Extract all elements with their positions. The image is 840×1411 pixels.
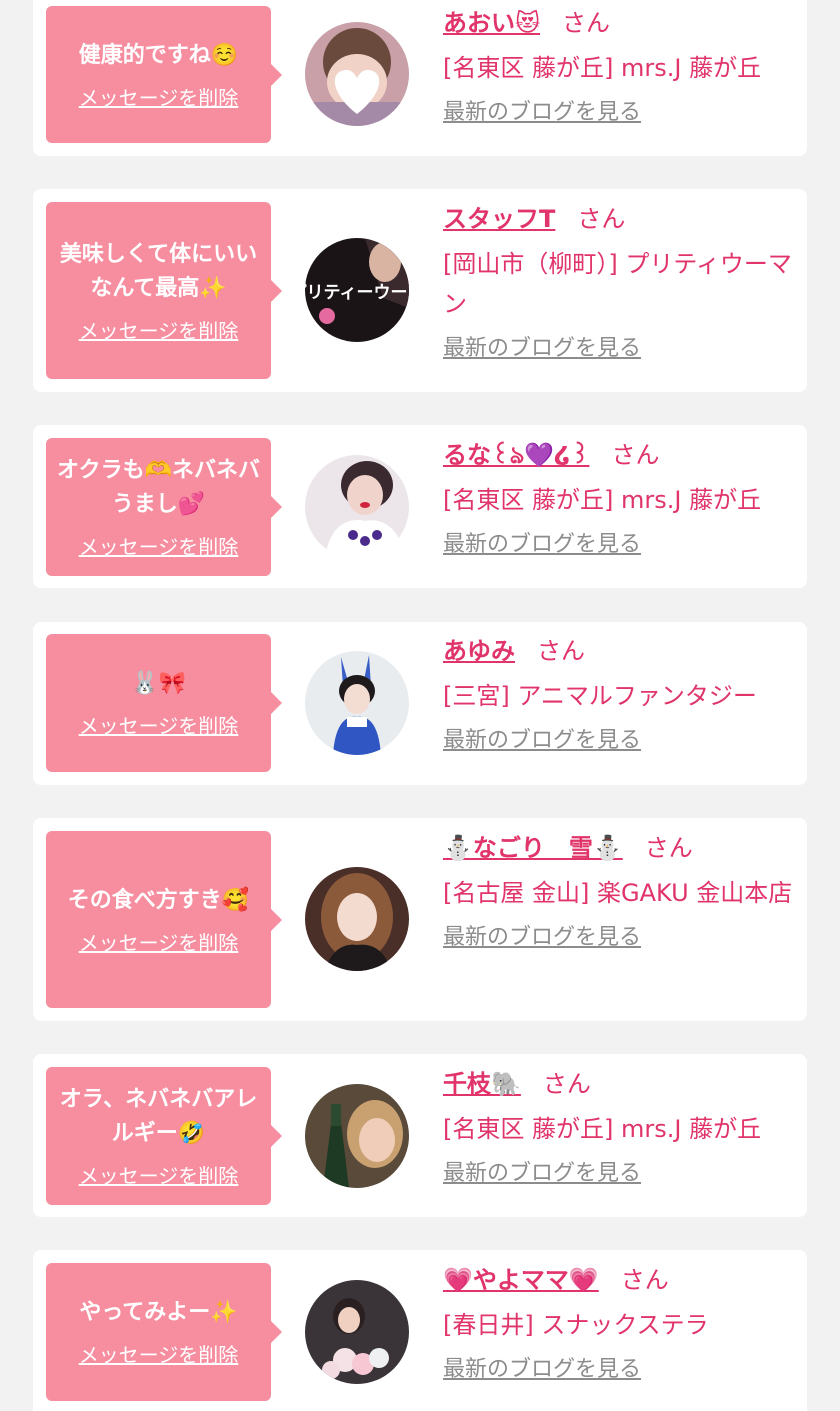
message-card: やってみよー✨ メッセージを削除 💗やよママ💗 さん [春日井] スナックステラ … (33, 1250, 807, 1411)
member-name-link[interactable]: あゆみ (443, 637, 515, 665)
delete-message-link[interactable]: メッセージを削除 (79, 930, 239, 956)
member-name-link[interactable]: あおい😻 (443, 9, 540, 37)
honorific: さん (542, 1070, 591, 1098)
member-name-link[interactable]: 💗やよママ💗 (443, 1266, 599, 1294)
message-card: その食べ方すき🥰 メッセージを削除 ⛄️なごり 雪⛄️ さん [名古屋 金山] 楽… (33, 818, 807, 1021)
latest-blog-link[interactable]: 最新のブログを見る (443, 530, 641, 560)
message-card: オクラも🫶ネバネバうまし💕 メッセージを削除 るな꒰ঌ💜໒꒱ さん [名東区 藤が… (33, 425, 807, 588)
delete-message-link[interactable]: メッセージを削除 (79, 1342, 239, 1368)
message-text: 健康的ですね☺️ (78, 42, 239, 68)
name-row: 千枝🐘 さん (443, 1067, 798, 1101)
message-card: オラ、ネバネバアレルギー🤣 メッセージを削除 千枝🐘 さん [名東区 藤が丘] m… (33, 1054, 807, 1217)
message-card: 健康的ですね☺️ メッセージを削除 あおい😻 さん [名東区 藤が丘] mrs.J… (33, 0, 807, 156)
member-name-link[interactable]: るな꒰ঌ💜໒꒱ (443, 441, 589, 469)
avatar-photo-flowers-icon (305, 1280, 409, 1384)
latest-blog-link[interactable]: 最新のブログを見る (443, 1159, 641, 1189)
latest-blog-link[interactable]: 最新のブログを見る (443, 334, 641, 364)
avatar[interactable] (305, 455, 409, 559)
message-bubble: 健康的ですね☺️ メッセージを削除 (46, 6, 282, 143)
shop-label: [名東区 藤が丘] mrs.J 藤が丘 (443, 1115, 762, 1143)
honorific: さん (644, 834, 693, 862)
avatar[interactable] (305, 22, 409, 126)
member-info: 💗やよママ💗 さん [春日井] スナックステラ 最新のブログを見る (443, 1263, 798, 1385)
avatar[interactable] (305, 1084, 409, 1188)
member-info: ⛄️なごり 雪⛄️ さん [名古屋 金山] 楽GAKU 金山本店 最新のブログを見… (443, 831, 798, 953)
shop-label: [岡山市（柳町）] プリティウーマン (443, 250, 792, 318)
member-info: あゆみ さん [三宮] アニマルファンタジー 最新のブログを見る (443, 634, 798, 756)
avatar-photo-bunny-icon (305, 651, 409, 755)
delete-message-link[interactable]: メッセージを削除 (79, 318, 239, 344)
message-card: 🐰🎀 メッセージを削除 あゆみ さん [三宮] アニマルファンタジー 最新のブログ… (33, 622, 807, 785)
member-info: あおい😻 さん [名東区 藤が丘] mrs.J 藤が丘 最新のブログを見る (443, 6, 798, 128)
message-text: 美味しくて体にいいなんて最高✨ (59, 241, 258, 301)
latest-blog-link[interactable]: 最新のブログを見る (443, 923, 641, 953)
honorific: さん (562, 9, 611, 37)
delete-message-link[interactable]: メッセージを削除 (79, 534, 239, 560)
honorific: さん (620, 1266, 669, 1294)
name-row: あゆみ さん (443, 634, 798, 668)
avatar-photo-icon (305, 867, 409, 971)
message-bubble: 美味しくて体にいいなんて最高✨ メッセージを削除 (46, 202, 282, 379)
honorific: さん (577, 205, 626, 233)
latest-blog-link[interactable]: 最新のブログを見る (443, 1355, 641, 1385)
message-list: 健康的ですね☺️ メッセージを削除 あおい😻 さん [名東区 藤が丘] mrs.J… (0, 0, 840, 1411)
shop-label: [三宮] アニマルファンタジー (443, 682, 757, 710)
member-name-link[interactable]: 千枝🐘 (443, 1070, 521, 1098)
message-card: 美味しくて体にいいなんて最高✨ メッセージを削除 プリティーウーマ スタッフT さ… (33, 189, 807, 392)
message-bubble: オラ、ネバネバアレルギー🤣 メッセージを削除 (46, 1067, 282, 1205)
message-text: オクラも🫶ネバネバうまし💕 (57, 458, 260, 517)
message-bubble: 🐰🎀 メッセージを削除 (46, 634, 282, 772)
name-row: あおい😻 さん (443, 6, 798, 40)
shop-label: [名東区 藤が丘] mrs.J 藤が丘 (443, 54, 762, 82)
name-row: 💗やよママ💗 さん (443, 1263, 798, 1297)
message-bubble: やってみよー✨ メッセージを削除 (46, 1263, 282, 1401)
name-row: ⛄️なごり 雪⛄️ さん (443, 831, 798, 865)
avatar[interactable]: プリティーウーマ (305, 238, 409, 342)
honorific: さん (537, 637, 585, 665)
delete-message-link[interactable]: メッセージを削除 (79, 1163, 239, 1189)
member-info: るな꒰ঌ💜໒꒱ さん [名東区 藤が丘] mrs.J 藤が丘 最新のブログを見る (443, 438, 798, 560)
message-text: やってみよー✨ (79, 1300, 238, 1325)
avatar-photo-heart-sticker-icon (305, 22, 409, 126)
avatar[interactable] (305, 651, 409, 755)
shop-label: [名東区 藤が丘] mrs.J 藤が丘 (443, 486, 762, 514)
member-name-link[interactable]: ⛄️なごり 雪⛄️ (443, 834, 623, 862)
message-bubble: その食べ方すき🥰 メッセージを削除 (46, 831, 282, 1008)
avatar-photo-bottle-icon (305, 1084, 409, 1188)
latest-blog-link[interactable]: 最新のブログを見る (443, 98, 641, 128)
delete-message-link[interactable]: メッセージを削除 (79, 713, 239, 739)
shop-label: [名古屋 金山] 楽GAKU 金山本店 (443, 879, 793, 907)
member-name-link[interactable]: スタッフT (443, 205, 555, 233)
delete-message-link[interactable]: メッセージを削除 (79, 85, 239, 111)
avatar[interactable] (305, 1280, 409, 1384)
member-info: スタッフT さん [岡山市（柳町）] プリティウーマン 最新のブログを見る (443, 202, 798, 364)
shop-label: [春日井] スナックステラ (443, 1311, 709, 1339)
name-row: るな꒰ঌ💜໒꒱ さん (443, 438, 798, 472)
honorific: さん (611, 441, 660, 469)
avatar-photo-icon (305, 455, 409, 559)
name-row: スタッフT さん (443, 202, 798, 236)
avatar[interactable] (305, 867, 409, 971)
message-text: オラ、ネバネバアレルギー🤣 (59, 1087, 258, 1146)
latest-blog-link[interactable]: 最新のブログを見る (443, 726, 641, 756)
message-text: その食べ方すき🥰 (67, 887, 250, 913)
message-text: 🐰🎀 (131, 671, 186, 696)
avatar-logo-text-line1: プリティーウーマ (305, 282, 409, 303)
avatar-shop-logo-icon: プリティーウーマ (305, 238, 409, 342)
message-bubble: オクラも🫶ネバネバうまし💕 メッセージを削除 (46, 438, 282, 576)
member-info: 千枝🐘 さん [名東区 藤が丘] mrs.J 藤が丘 最新のブログを見る (443, 1067, 798, 1189)
